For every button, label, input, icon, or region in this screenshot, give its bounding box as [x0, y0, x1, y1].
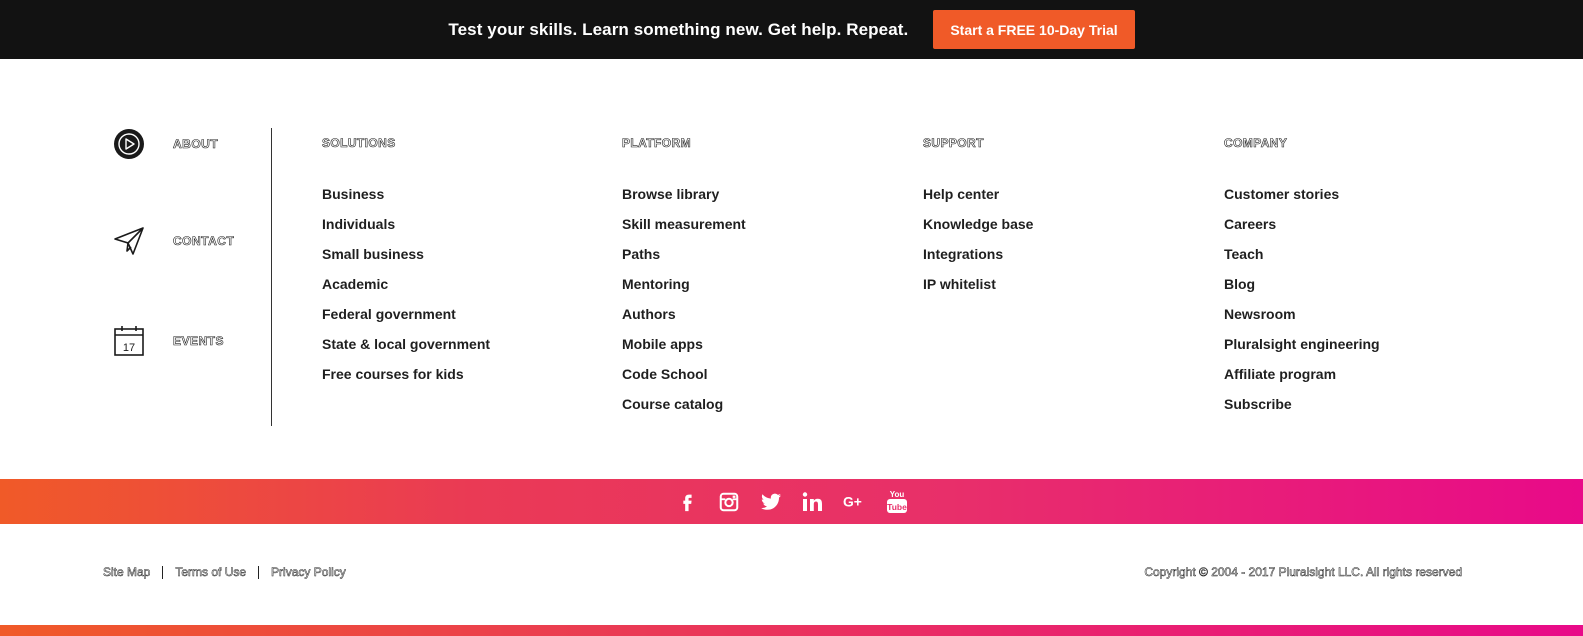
- footer-link[interactable]: Integrations: [923, 245, 1033, 275]
- site-map-link[interactable]: Site Map: [103, 565, 151, 580]
- copyright-text: Copyright © 2004 - 2017 Pluralsight LLC.…: [1144, 565, 1462, 580]
- footer-link[interactable]: Authors: [622, 305, 746, 335]
- calendar-icon: 17: [113, 325, 145, 357]
- footer-link[interactable]: Affiliate program: [1224, 365, 1380, 395]
- legal-links: Site Map Terms of Use Privacy Policy: [103, 565, 346, 580]
- calendar-icon-day: 17: [123, 342, 135, 354]
- youtube-icon[interactable]: You Tube: [885, 490, 909, 514]
- footer-link[interactable]: IP whitelist: [923, 275, 1033, 305]
- left-nav-about-label: ABOUT: [173, 137, 219, 152]
- footer-link[interactable]: Code School: [622, 365, 746, 395]
- footer-link[interactable]: Careers: [1224, 215, 1380, 245]
- left-nav-events[interactable]: 17 EVENTS: [113, 325, 224, 357]
- footer-link[interactable]: Free courses for kids: [322, 365, 490, 395]
- footer-link[interactable]: State & local government: [322, 335, 490, 365]
- support-heading: SUPPORT: [923, 136, 984, 151]
- footer-link[interactable]: Paths: [622, 245, 746, 275]
- footer-link[interactable]: Blog: [1224, 275, 1380, 305]
- svg-text:Tube: Tube: [887, 502, 907, 512]
- footer-link[interactable]: Browse library: [622, 185, 746, 215]
- footer-link[interactable]: Skill measurement: [622, 215, 746, 245]
- terms-of-use-link[interactable]: Terms of Use: [175, 565, 246, 580]
- twitter-icon[interactable]: [759, 490, 783, 514]
- platform-column: PLATFORM Browse library Skill measuremen…: [622, 136, 746, 425]
- solutions-column: SOLUTIONS Business Individuals Small bus…: [322, 136, 490, 395]
- linkedin-icon[interactable]: [801, 490, 825, 514]
- svg-text:You: You: [889, 490, 904, 499]
- left-nav-about[interactable]: ABOUT: [113, 128, 218, 160]
- vertical-divider: [271, 128, 272, 426]
- privacy-policy-link[interactable]: Privacy Policy: [271, 565, 346, 580]
- footer-link[interactable]: Individuals: [322, 215, 490, 245]
- footer-link[interactable]: Federal government: [322, 305, 490, 335]
- left-nav-contact-label: CONTACT: [173, 234, 235, 249]
- footer-link[interactable]: Course catalog: [622, 395, 746, 425]
- solutions-heading: SOLUTIONS: [322, 136, 396, 151]
- left-nav-contact[interactable]: CONTACT: [113, 225, 234, 257]
- company-heading: COMPANY: [1224, 136, 1288, 151]
- support-column: SUPPORT Help center Knowledge base Integ…: [923, 136, 1034, 305]
- play-circle-icon: [113, 128, 145, 160]
- instagram-icon[interactable]: [717, 490, 741, 514]
- footer-link[interactable]: Subscribe: [1224, 395, 1380, 425]
- paper-plane-icon: [113, 225, 145, 257]
- footer-link[interactable]: Teach: [1224, 245, 1380, 275]
- bottom-gradient-strip: [0, 625, 1583, 636]
- company-column: COMPANY Customer stories Careers Teach B…: [1224, 136, 1380, 425]
- platform-heading: PLATFORM: [622, 136, 691, 151]
- footer-link[interactable]: Customer stories: [1224, 185, 1380, 215]
- social-bar: G+ You Tube: [0, 479, 1583, 524]
- footer-link[interactable]: Pluralsight engineering: [1224, 335, 1380, 365]
- facebook-icon[interactable]: [675, 490, 699, 514]
- footer-link[interactable]: Business: [322, 185, 490, 215]
- footer-link[interactable]: Help center: [923, 185, 1033, 215]
- footer-link[interactable]: Academic: [322, 275, 490, 305]
- banner-tagline: Test your skills. Learn something new. G…: [448, 19, 909, 39]
- footer-link[interactable]: Knowledge base: [923, 215, 1033, 245]
- top-banner: Test your skills. Learn something new. G…: [0, 0, 1583, 59]
- footer-link[interactable]: Mentoring: [622, 275, 746, 305]
- footer-link[interactable]: Newsroom: [1224, 305, 1380, 335]
- separator: [258, 565, 260, 579]
- google-plus-icon[interactable]: G+: [843, 490, 867, 514]
- footer-link[interactable]: Small business: [322, 245, 490, 275]
- footer-link[interactable]: Mobile apps: [622, 335, 746, 365]
- left-nav-events-label: EVENTS: [173, 334, 225, 349]
- separator: [162, 565, 164, 579]
- free-trial-button[interactable]: Start a FREE 10-Day Trial: [933, 10, 1135, 49]
- svg-text:G+: G+: [843, 493, 862, 509]
- left-nav: ABOUT CONTACT 17 EVENTS: [113, 128, 273, 426]
